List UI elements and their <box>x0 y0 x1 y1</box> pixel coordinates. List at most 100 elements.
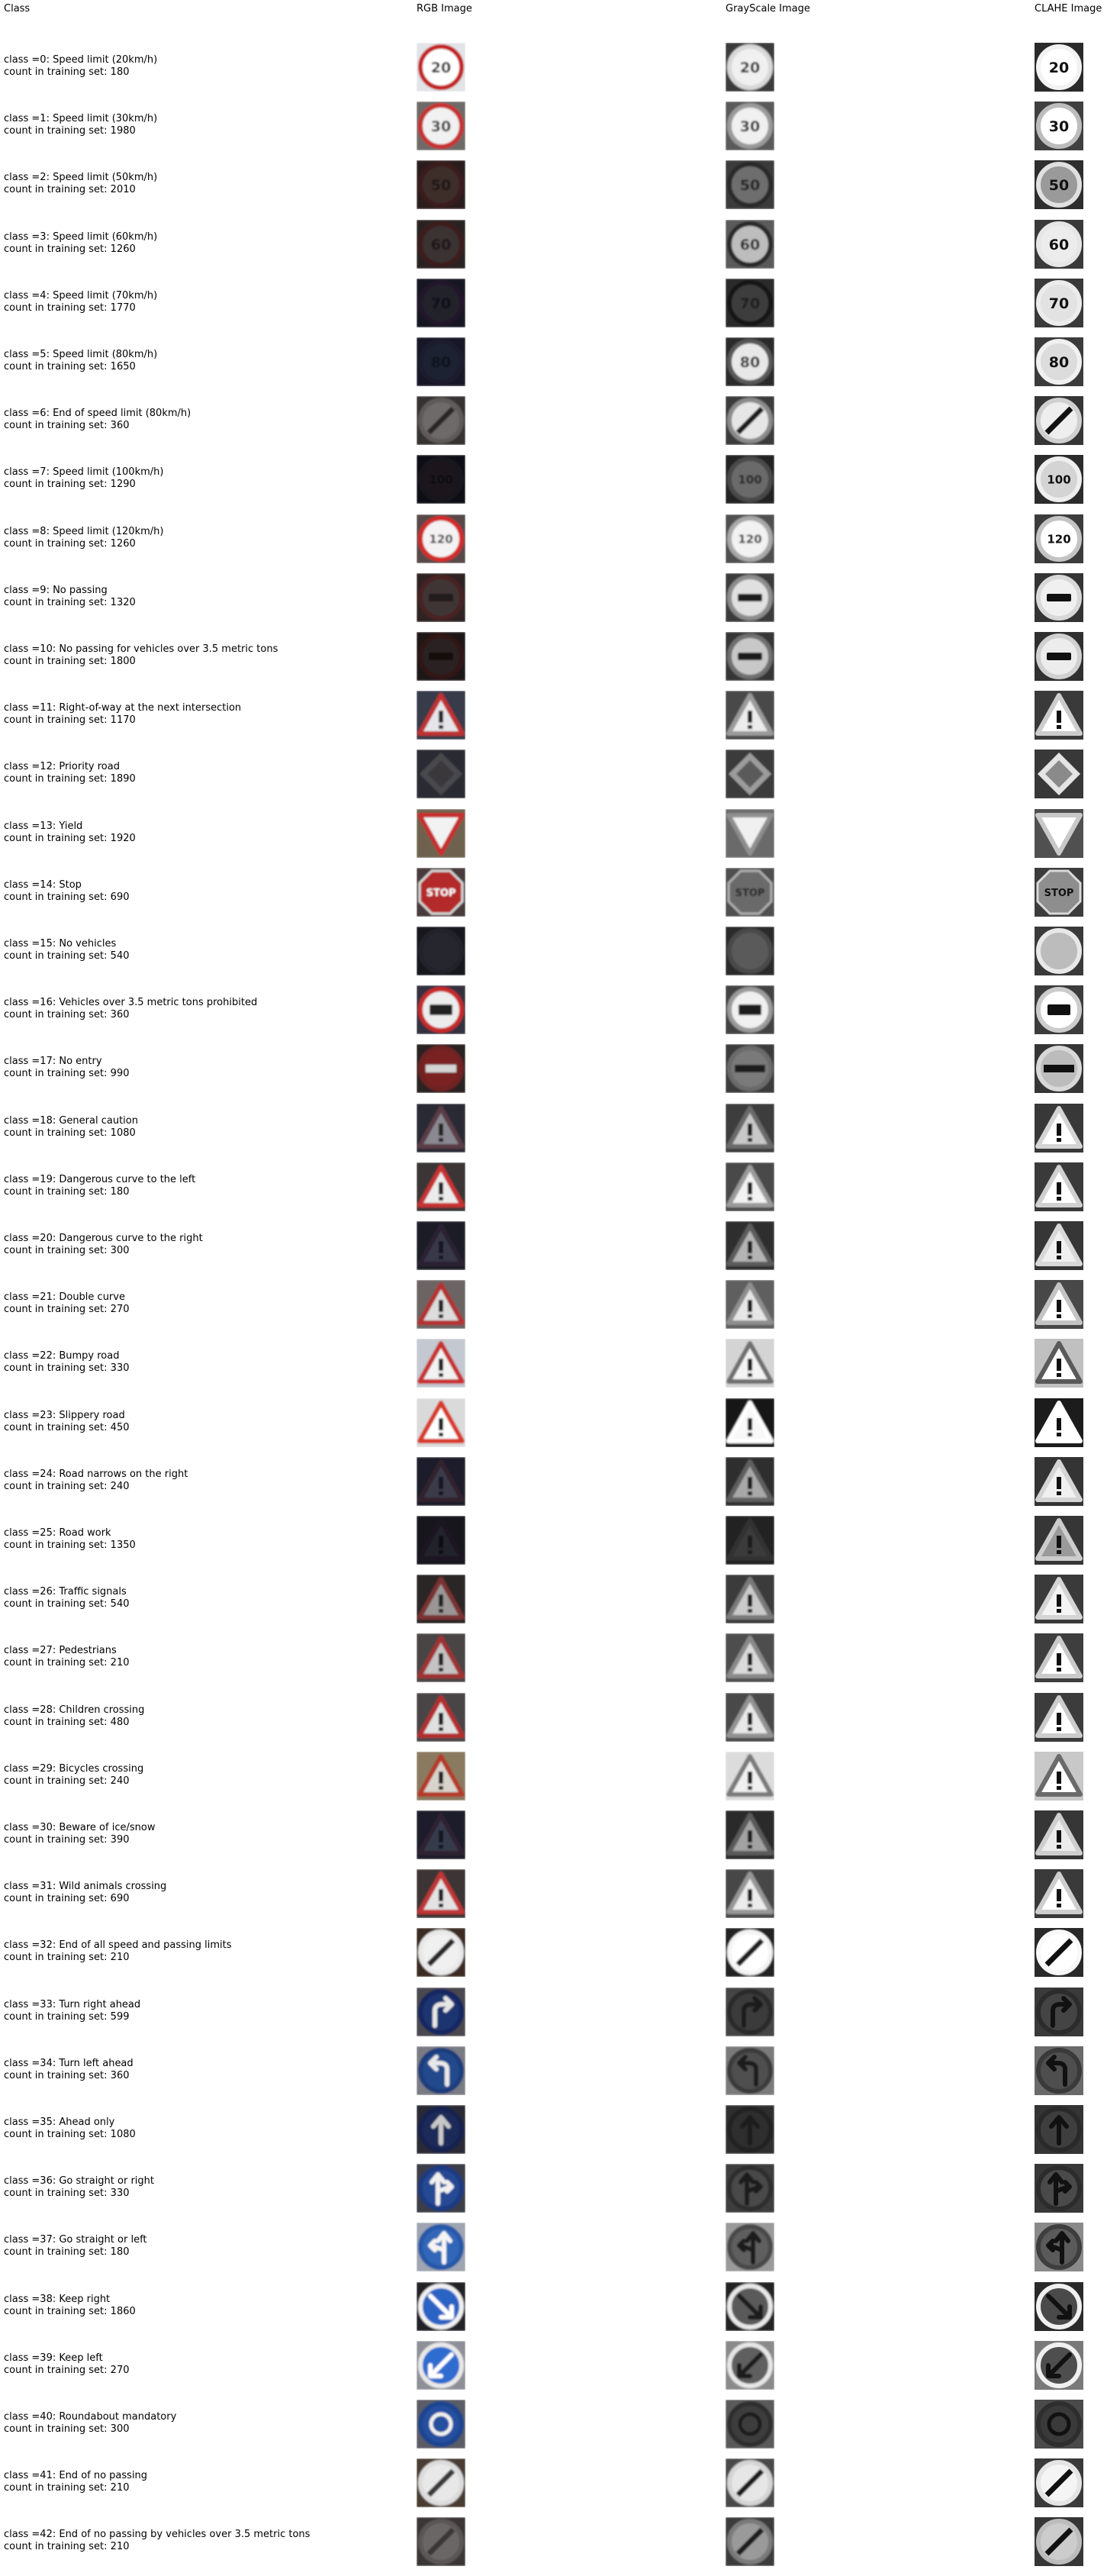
svg-text:100: 100 <box>1047 473 1070 487</box>
roundabout-icon <box>1035 2400 1083 2449</box>
class-row: class =39: Keep left count in training se… <box>0 2340 1107 2400</box>
ahead-only-icon <box>726 2105 774 2154</box>
class-row: class =23: Slippery road count in trainin… <box>0 1398 1107 1457</box>
svg-text:80: 80 <box>740 354 760 371</box>
limit-30-icon: 30 <box>726 102 774 151</box>
no-vehicles-icon <box>417 927 465 975</box>
grayscale-image <box>726 808 774 858</box>
class-row: class =38: Keep right count in training s… <box>0 2281 1107 2341</box>
class-row: class =9: No passing count in training se… <box>0 572 1107 632</box>
svg-text:120: 120 <box>429 532 452 546</box>
class-name: class =9: No passing <box>4 584 108 596</box>
clahe-image <box>1035 2517 1083 2567</box>
training-count: count in training set: 240 <box>4 1775 130 1787</box>
keep-left-icon <box>417 2340 465 2390</box>
class-row: class =41: End of no passing count in tra… <box>0 2458 1107 2517</box>
class-row: class =0: Speed limit (20km/h) count in t… <box>0 43 1107 102</box>
rgb-image: STOP <box>417 867 465 917</box>
class-label: class =17: No entry count in training set… <box>4 1056 129 1080</box>
rgb-image <box>417 2458 465 2508</box>
grayscale-image <box>726 1928 774 1978</box>
clahe-image <box>1035 632 1083 681</box>
limit-60-icon: 60 <box>1035 219 1083 269</box>
class-label: class =39: Keep left count in training se… <box>4 2352 129 2377</box>
class-name: class =26: Traffic signals <box>4 1586 127 1598</box>
turn-left-icon <box>1035 2046 1083 2095</box>
wild-animals-icon <box>726 1869 774 1919</box>
curve-left-icon <box>726 1162 774 1211</box>
grayscale-image: 20 <box>726 43 774 92</box>
class-label: class =6: End of speed limit (80km/h) cou… <box>4 408 191 432</box>
clahe-column-header: CLAHE Image <box>1035 3 1102 15</box>
training-count: count in training set: 599 <box>4 2010 130 2023</box>
training-count: count in training set: 270 <box>4 1304 130 1316</box>
grayscale-image <box>726 1633 774 1683</box>
training-count: count in training set: 1170 <box>4 714 136 727</box>
svg-text:50: 50 <box>1049 177 1069 194</box>
class-label: class =16: Vehicles over 3.5 metric tons… <box>4 997 257 1021</box>
class-row: class =42: End of no passing by vehicles… <box>0 2517 1107 2576</box>
clahe-image <box>1035 1751 1083 1801</box>
class-row: class =35: Ahead only count in training s… <box>0 2105 1107 2164</box>
class-name: class =34: Turn left ahead <box>4 2057 134 2069</box>
training-count: count in training set: 1980 <box>4 125 136 137</box>
no-passing-heavy-icon <box>417 632 465 681</box>
class-label: class =25: Road work count in training se… <box>4 1527 136 1552</box>
class-label: class =19: Dangerous curve to the left co… <box>4 1174 195 1198</box>
class-name: class =16: Vehicles over 3.5 metric tons… <box>4 997 258 1009</box>
svg-text:80: 80 <box>1049 354 1069 371</box>
class-label: class =2: Speed limit (50km/h) count in t… <box>4 172 157 196</box>
training-count: count in training set: 210 <box>4 1952 130 1964</box>
grayscale-image <box>726 2400 774 2449</box>
class-name: class =23: Slippery road <box>4 1409 125 1421</box>
limit-50-icon: 50 <box>726 160 774 210</box>
class-label: class =15: No vehicles count in training … <box>4 938 129 962</box>
curve-left-icon <box>1035 1162 1083 1211</box>
bicycles-crossing-icon <box>417 1751 465 1801</box>
straight-or-left-icon <box>726 2223 774 2272</box>
training-count: count in training set: 180 <box>4 66 130 78</box>
class-name: class =25: Road work <box>4 1527 111 1539</box>
limit-30-icon: 30 <box>1035 102 1083 151</box>
grayscale-image: 120 <box>726 514 774 563</box>
ahead-only-icon <box>417 2105 465 2154</box>
class-label: class =3: Speed limit (60km/h) count in t… <box>4 231 157 256</box>
curve-right-icon <box>726 1221 774 1270</box>
grayscale-image <box>726 2046 774 2095</box>
limit-60-icon: 60 <box>417 219 465 269</box>
grayscale-image <box>726 632 774 681</box>
rgb-image <box>417 2046 465 2095</box>
clahe-image <box>1035 1221 1083 1270</box>
double-curve-icon <box>1035 1280 1083 1330</box>
rgb-image <box>417 985 465 1035</box>
bicycles-crossing-icon <box>1035 1751 1083 1801</box>
traffic-signals-icon <box>417 1575 465 1624</box>
grayscale-image <box>726 572 774 622</box>
class-row: class =34: Turn left ahead count in train… <box>0 2046 1107 2105</box>
class-name: class =1: Speed limit (30km/h) <box>4 113 158 125</box>
wild-animals-icon <box>417 1869 465 1919</box>
grayscale-image <box>726 1044 774 1094</box>
end-no-passing-icon <box>726 2458 774 2508</box>
training-count: count in training set: 690 <box>4 891 130 903</box>
rgb-image: 30 <box>417 102 465 151</box>
clahe-image <box>1035 572 1083 622</box>
end-limit-80-icon <box>1035 396 1083 446</box>
limit-100-icon: 100 <box>1035 455 1083 505</box>
end-all-limits-icon <box>1035 1928 1083 1978</box>
training-count: count in training set: 210 <box>4 2541 130 2553</box>
clahe-image <box>1035 2458 1083 2508</box>
rgb-image <box>417 572 465 622</box>
rgb-image <box>417 1928 465 1978</box>
class-label: class =42: End of no passing by vehicles… <box>4 2529 310 2553</box>
rgb-image <box>417 2517 465 2567</box>
clahe-image <box>1035 1456 1083 1506</box>
training-count: count in training set: 1350 <box>4 1539 136 1551</box>
grayscale-image <box>726 2164 774 2213</box>
grayscale-image <box>726 1103 774 1153</box>
class-name: class =11: Right-of-way at the next inte… <box>4 702 242 714</box>
traffic-signals-icon <box>1035 1575 1083 1624</box>
rgb-image <box>417 2400 465 2449</box>
limit-50-icon: 50 <box>417 160 465 210</box>
class-label: class =37: Go straight or left count in t… <box>4 2234 147 2258</box>
